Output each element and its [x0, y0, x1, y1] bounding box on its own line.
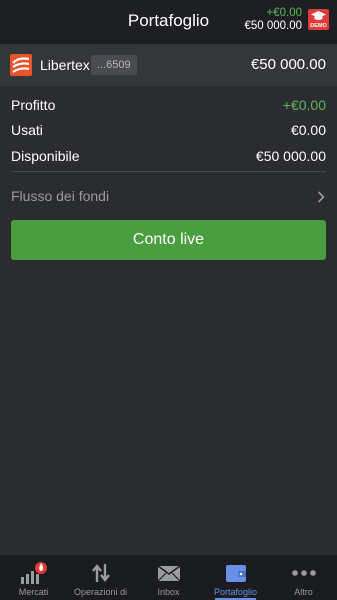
arrows-updown-icon [91, 564, 110, 582]
wallet-icon [225, 565, 246, 582]
top-bar: Portafoglio +€0.00 €50 000.00 DEMO [0, 0, 337, 44]
tab-markets[interactable]: Mercati [0, 555, 67, 600]
account-balance: €50 000.00 [250, 56, 326, 73]
funds-flow-link[interactable]: Flusso dei fondi [0, 182, 337, 210]
graduation-cap-icon [311, 11, 326, 20]
header-balance: +€0.00 €50 000.00 [244, 7, 302, 33]
tab-label: Inbox [157, 587, 180, 597]
envelope-icon [157, 565, 180, 582]
account-row[interactable]: Libertex ...6509 €50 000.00 [0, 44, 337, 86]
summary-label: Usati [11, 122, 43, 138]
tab-label: Operazioni di [73, 587, 128, 597]
funds-flow-label: Flusso dei fondi [11, 188, 110, 204]
summary-row-profit: Profitto +€0.00 [11, 97, 326, 117]
header-profit: +€0.00 [266, 7, 303, 19]
libertex-logo-icon [10, 54, 32, 76]
live-account-button[interactable]: Conto live [11, 220, 326, 260]
header-equity: €50 000.00 [244, 20, 302, 32]
bottom-tab-bar: Mercati Operazioni di Inbox Portafoglio … [0, 555, 337, 600]
tab-trades[interactable]: Operazioni di [67, 555, 134, 600]
tab-label: Mercati [18, 587, 49, 597]
account-brand: Libertex [40, 57, 90, 73]
tab-label: Altro [294, 587, 313, 597]
summary-row-used: Usati €0.00 [11, 122, 326, 142]
tab-label: Portafoglio [213, 587, 258, 597]
summary-label: Profitto [11, 97, 56, 113]
summary-row-available: Disponibile €50 000.00 [11, 148, 326, 168]
summary-value: +€0.00 [282, 97, 326, 113]
chevron-right-icon [317, 191, 325, 203]
divider [11, 171, 326, 172]
account-number: ...6509 [91, 55, 137, 75]
more-dots-icon [291, 570, 316, 576]
summary-value: €0.00 [290, 122, 326, 138]
summary-value: €50 000.00 [255, 148, 326, 164]
tab-more[interactable]: Altro [270, 555, 337, 600]
demo-badge-label: DEMO [310, 23, 327, 29]
summary-label: Disponibile [11, 148, 80, 164]
demo-badge[interactable]: DEMO [308, 9, 329, 30]
tab-inbox[interactable]: Inbox [135, 555, 202, 600]
tab-portfolio[interactable]: Portafoglio [202, 555, 269, 600]
markets-fire-icon [20, 562, 47, 584]
